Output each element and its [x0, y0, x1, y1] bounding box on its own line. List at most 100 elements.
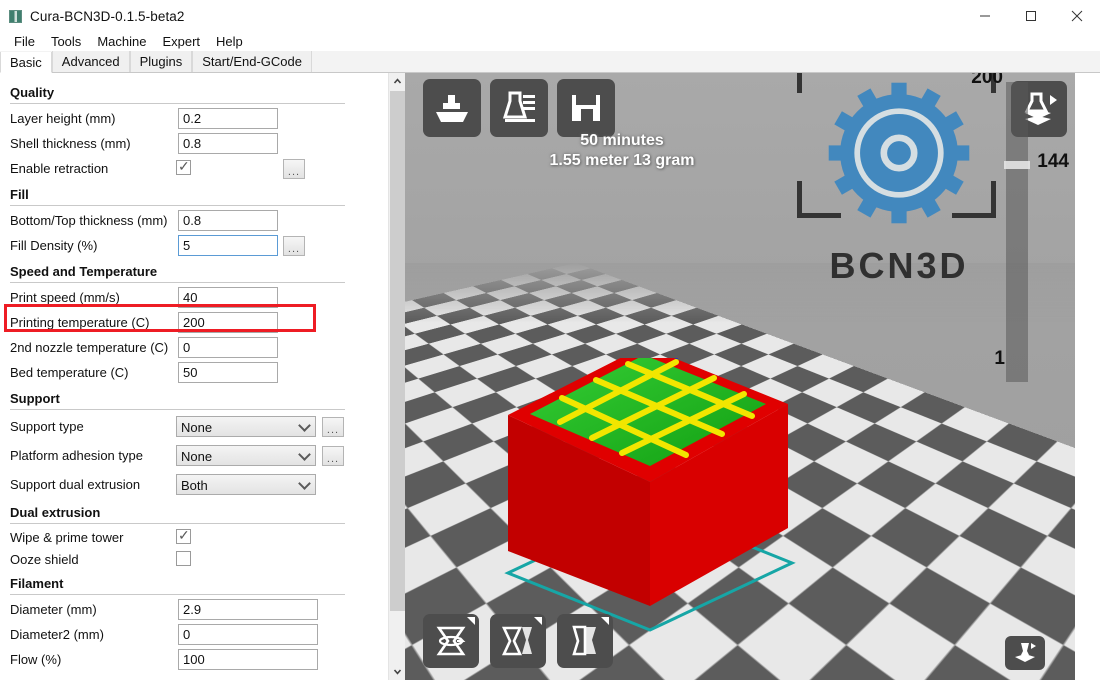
support-dual-extrusion-value: Both: [181, 478, 208, 493]
view-mode-button[interactable]: [1005, 636, 1045, 670]
divider: [10, 409, 345, 410]
print-time-text: 50 minutes: [580, 132, 664, 149]
setting-row-diameter: Diameter (mm): [0, 597, 405, 622]
tab-plugins[interactable]: Plugins: [129, 51, 193, 72]
platform-adhesion-options-button[interactable]: ...: [322, 446, 344, 466]
print-stats: 50 minutes 1.55 meter 13 gram: [497, 131, 747, 171]
setting-row-shell-thickness: Shell thickness (mm): [0, 131, 405, 156]
enable-retraction-options-button[interactable]: ...: [283, 159, 305, 179]
scroll-down-button[interactable]: [389, 663, 405, 680]
tab-advanced[interactable]: Advanced: [51, 51, 130, 72]
setting-row-layer-height: Layer height (mm): [0, 106, 405, 131]
tab-bar: Basic Advanced Plugins Start/End-GCode: [0, 51, 1100, 73]
setting-label: Bottom/Top thickness (mm): [10, 213, 168, 228]
tab-start-end-gcode[interactable]: Start/End-GCode: [192, 51, 312, 72]
scale-icon: [501, 626, 532, 656]
ooze-shield-checkbox[interactable]: [176, 551, 191, 566]
setting-label: Diameter2 (mm): [10, 627, 104, 642]
load-model-button[interactable]: [423, 79, 481, 137]
group-title-quality: Quality: [10, 85, 55, 100]
layer-slider-handle[interactable]: [1004, 161, 1030, 169]
dropdown-triangle-icon: [467, 617, 475, 625]
setting-label: Ooze shield: [10, 551, 79, 567]
3d-model-object[interactable]: [500, 344, 800, 648]
setting-label: 2nd nozzle temperature (C): [10, 340, 169, 355]
enable-retraction-checkbox[interactable]: [176, 158, 191, 175]
layer-slider-current-label: 144: [1037, 151, 1069, 172]
group-title-dual-extrusion: Dual extrusion: [10, 505, 101, 520]
bed-temperature-input[interactable]: [178, 362, 278, 383]
support-type-options-button[interactable]: ...: [322, 417, 344, 437]
setting-row-bottom-top-thickness: Bottom/Top thickness (mm): [0, 208, 405, 233]
menu-item-help[interactable]: Help: [208, 33, 251, 50]
menu-item-expert[interactable]: Expert: [154, 33, 208, 50]
setting-label: Platform adhesion type: [10, 448, 143, 463]
window-controls: [962, 0, 1100, 32]
setting-label: Bed temperature (C): [10, 365, 129, 380]
setting-label: Diameter (mm): [10, 602, 97, 617]
shell-thickness-input[interactable]: [178, 133, 278, 154]
rotate-icon: [436, 626, 466, 656]
divider: [10, 103, 345, 104]
setting-label: Support dual extrusion: [10, 477, 141, 492]
chevron-down-icon: [298, 477, 311, 490]
save-gcode-button[interactable]: [557, 79, 615, 137]
wipe-prime-tower-checkbox[interactable]: [176, 527, 191, 544]
setting-label: Layer height (mm): [10, 111, 116, 126]
prepare-print-button[interactable]: [490, 79, 548, 137]
scroll-up-button[interactable]: [389, 73, 405, 90]
close-button[interactable]: [1054, 0, 1100, 32]
3d-viewport[interactable]: BCN3D 50 minutes 1.55 meter 13 gram 200 …: [405, 73, 1075, 680]
platform-adhesion-type-value: None: [181, 449, 213, 464]
tab-basic[interactable]: Basic: [0, 52, 52, 73]
group-title-fill: Fill: [10, 187, 29, 202]
scrollbar-thumb[interactable]: [390, 91, 405, 611]
group-title-filament: Filament: [10, 576, 64, 591]
gear-icon: [821, 77, 977, 232]
title-bar: Cura-BCN3D-0.1.5-beta2: [0, 0, 1100, 32]
support-dual-extrusion-select[interactable]: Both: [176, 474, 316, 495]
setting-row-platform-adhesion-type: Platform adhesion type None ...: [0, 441, 405, 470]
setting-label: Fill Density (%): [10, 238, 98, 253]
flow-input[interactable]: [178, 649, 318, 670]
fill-density-options-button[interactable]: ...: [283, 236, 305, 256]
support-type-select[interactable]: None: [176, 416, 316, 437]
setting-row-print-speed: Print speed (mm/s): [0, 285, 405, 310]
diameter2-input[interactable]: [178, 624, 318, 645]
dropdown-triangle-icon: [534, 617, 542, 625]
platform-adhesion-type-select[interactable]: None: [176, 445, 316, 466]
diameter-input[interactable]: [178, 599, 318, 620]
divider: [10, 523, 345, 524]
settings-scrollbar[interactable]: [388, 73, 405, 680]
menu-item-file[interactable]: File: [6, 33, 43, 50]
setting-label: Wipe & prime tower: [10, 529, 124, 545]
chevron-down-icon: [298, 419, 311, 432]
minimize-button[interactable]: [962, 0, 1008, 32]
layer-slider-track[interactable]: [1006, 82, 1028, 382]
menu-item-machine[interactable]: Machine: [89, 33, 154, 50]
dropdown-triangle-icon: [601, 617, 609, 625]
logo-brand-text: BCN3D: [829, 245, 969, 286]
printing-temperature-input[interactable]: [178, 312, 278, 333]
mirror-tool-button[interactable]: [557, 614, 613, 668]
bottom-top-thickness-input[interactable]: [178, 210, 278, 231]
setting-row-ooze-shield: Ooze shield: [0, 548, 405, 570]
fill-density-input[interactable]: [178, 235, 278, 256]
menu-item-tools[interactable]: Tools: [43, 33, 89, 50]
setting-label: Flow (%): [10, 652, 62, 667]
divider: [10, 282, 345, 283]
second-nozzle-temperature-input[interactable]: [178, 337, 278, 358]
extruder-icon: [1015, 643, 1036, 662]
setting-row-diameter2: Diameter2 (mm): [0, 622, 405, 647]
scale-tool-button[interactable]: [490, 614, 546, 668]
layer-height-input[interactable]: [178, 108, 278, 129]
setting-label: Printing temperature (C): [10, 315, 150, 330]
settings-panel: Quality Layer height (mm) Shell thicknes…: [0, 73, 405, 680]
setting-label: Shell thickness (mm): [10, 136, 131, 151]
print-speed-input[interactable]: [178, 287, 278, 308]
bcn3d-logo: BCN3D: [779, 73, 1019, 298]
rotate-tool-button[interactable]: [423, 614, 479, 668]
setting-row-printing-temperature: Printing temperature (C): [0, 310, 405, 335]
maximize-button[interactable]: [1008, 0, 1054, 32]
print-material-text: 1.55 meter 13 gram: [549, 152, 695, 169]
